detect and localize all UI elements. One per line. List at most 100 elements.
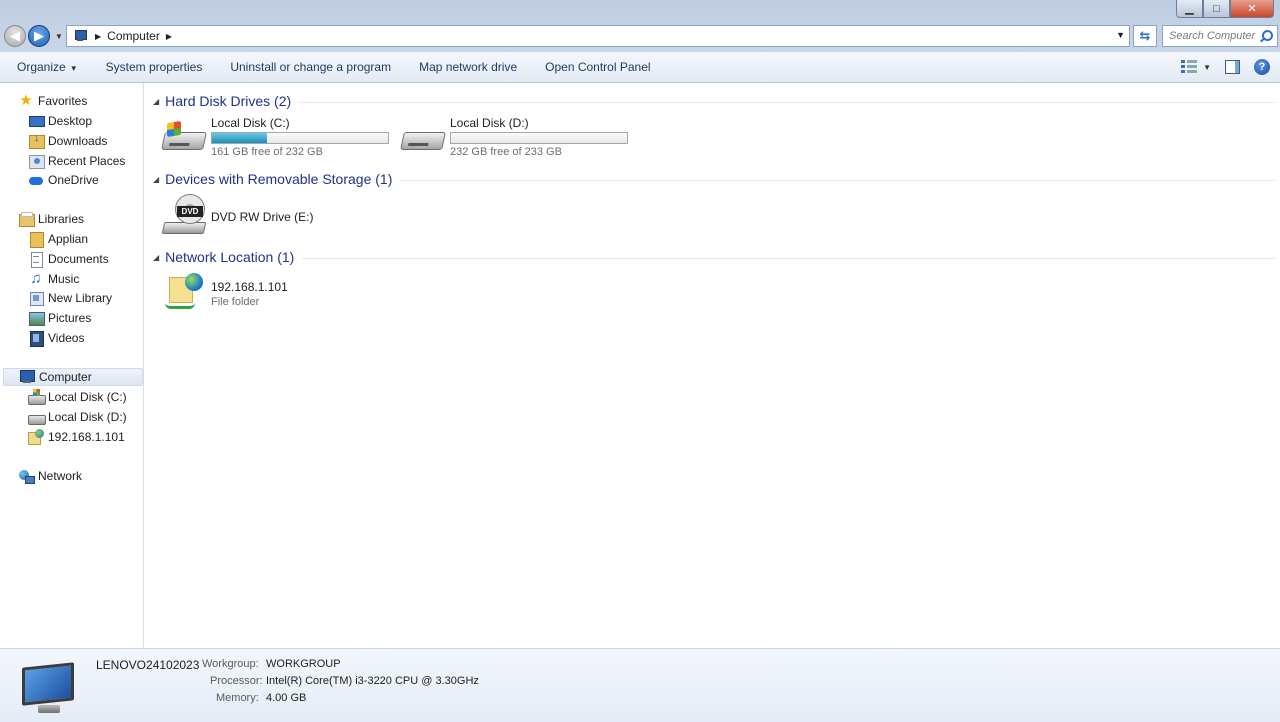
divider <box>302 257 1275 259</box>
chevron-right-icon[interactable]: ▶ <box>166 32 172 41</box>
sidebar-item-label: Documents <box>48 252 109 266</box>
help-icon[interactable]: ? <box>1254 59 1270 75</box>
uninstall-program-button[interactable]: Uninstall or change a program <box>216 60 405 74</box>
group-label: Devices with Removable Storage (1) <box>165 171 393 187</box>
window-controls: ▁ □ ✕ <box>1176 0 1274 18</box>
search-icon[interactable] <box>1262 30 1273 41</box>
sidebar-item-label: OneDrive <box>48 173 99 187</box>
drive-usage-bar <box>450 132 628 144</box>
workgroup-value: WORKGROUP <box>266 658 341 670</box>
chevron-right-icon[interactable]: ▶ <box>95 32 101 41</box>
drive-name: Local Disk (D:) <box>450 116 529 130</box>
sidebar-item-label: New Library <box>48 291 113 305</box>
sidebar-item-libraries[interactable]: Libraries <box>18 210 84 228</box>
drive-item-c[interactable]: Local Disk (C:) 161 GB free of 232 GB <box>161 116 393 160</box>
sidebar-item-label: Computer <box>39 370 92 384</box>
system-properties-button[interactable]: System properties <box>92 60 217 74</box>
organize-label: Organize <box>17 60 66 74</box>
recent-pages-dropdown[interactable]: ▼ <box>55 32 63 41</box>
preview-pane-icon[interactable] <box>1225 60 1240 74</box>
sidebar-item-label: Recent Places <box>48 154 126 168</box>
sidebar-item-network-location[interactable]: 192.168.1.101 <box>28 428 125 446</box>
map-network-drive-button[interactable]: Map network drive <box>405 60 531 74</box>
sidebar-item-desktop[interactable]: Desktop <box>28 112 92 130</box>
group-header-network-location[interactable]: ◢ Network Location (1) <box>145 247 1275 267</box>
collapse-icon[interactable]: ◢ <box>153 253 159 262</box>
sidebar-item-documents[interactable]: Documents <box>28 250 109 268</box>
close-button[interactable]: ✕ <box>1230 0 1274 18</box>
drive-usage-fill <box>212 133 267 143</box>
music-note-icon: ♫ <box>30 270 42 287</box>
sidebar-item-pictures[interactable]: Pictures <box>28 309 91 327</box>
dvd-badge: DVD <box>177 206 203 217</box>
sidebar-item-downloads[interactable]: Downloads <box>28 132 107 150</box>
network-folder-icon <box>28 429 44 445</box>
hard-disk-icon <box>400 122 446 154</box>
desktop-icon <box>28 113 45 129</box>
sidebar-item-label: Favorites <box>38 94 88 108</box>
search-box[interactable] <box>1162 25 1278 47</box>
address-dropdown-icon[interactable]: ▼ <box>1116 30 1125 40</box>
processor-value: Intel(R) Core(TM) i3-3220 CPU @ 3.30GHz <box>266 675 479 687</box>
drive-free-space: 161 GB free of 232 GB <box>211 146 323 158</box>
network-location-type: File folder <box>211 296 260 308</box>
sidebar-item-videos[interactable]: Videos <box>28 329 84 347</box>
sidebar-item-onedrive[interactable]: OneDrive <box>28 171 99 189</box>
minimize-button[interactable]: ▁ <box>1176 0 1203 18</box>
sidebar-item-label: Local Disk (D:) <box>48 410 127 424</box>
star-icon: ★ <box>19 92 33 109</box>
downloads-icon <box>28 132 45 149</box>
chevron-down-icon: ▼ <box>69 64 78 73</box>
computer-icon <box>19 369 35 385</box>
sidebar-item-label: Network <box>38 469 83 483</box>
refresh-button[interactable]: ⇆ <box>1133 25 1157 47</box>
title-bar: ▁ □ ✕ ◀ ▶ ▼ ▶ Computer ▶ ▼ ⇆ <box>0 0 1280 52</box>
sidebar-item-label: Downloads <box>48 134 108 148</box>
navigation-pane: ★ Favorites Desktop Downloads Recent Pla… <box>0 83 144 648</box>
videos-icon <box>28 330 44 347</box>
documents-icon <box>28 251 44 268</box>
drive-item-d[interactable]: Local Disk (D:) 232 GB free of 233 GB <box>400 116 632 160</box>
library-icon <box>28 290 44 306</box>
sidebar-item-label: Music <box>48 272 80 286</box>
collapse-icon[interactable]: ◢ <box>153 97 159 106</box>
collapse-icon[interactable]: ◢ <box>153 175 159 184</box>
sidebar-item-computer[interactable]: Computer <box>3 368 143 386</box>
breadcrumb-computer[interactable]: Computer <box>107 29 160 43</box>
pictures-icon <box>28 310 45 326</box>
sidebar-item-applian[interactable]: Applian <box>28 230 88 248</box>
drive-name: DVD RW Drive (E:) <box>211 210 314 224</box>
sidebar-item-recent-places[interactable]: Recent Places <box>28 152 125 170</box>
recent-places-icon <box>28 153 45 169</box>
open-control-panel-button[interactable]: Open Control Panel <box>531 60 664 74</box>
details-pane: LENOVO24102023 Workgroup: WORKGROUP Proc… <box>0 648 1280 722</box>
organize-button[interactable]: Organize ▼ <box>0 60 92 74</box>
dvd-drive-item[interactable]: DVD DVD RW Drive (E:) <box>161 194 321 238</box>
back-button[interactable]: ◀ <box>4 25 26 47</box>
forward-button[interactable]: ▶ <box>28 25 50 47</box>
search-input[interactable] <box>1169 30 1261 42</box>
sidebar-item-local-disk-d[interactable]: Local Disk (D:) <box>28 408 127 426</box>
libraries-icon <box>18 211 35 227</box>
view-options-icon <box>1181 60 1198 74</box>
windows-hard-disk-icon <box>28 389 46 405</box>
workgroup-label: Workgroup: <box>202 658 259 670</box>
sidebar-item-favorites[interactable]: ★ Favorites <box>18 92 87 110</box>
network-location-item[interactable]: 192.168.1.101 File folder <box>161 273 321 317</box>
memory-value: 4.00 GB <box>266 692 307 704</box>
sidebar-item-music[interactable]: ♫ Music <box>28 270 79 288</box>
sidebar-item-label: Local Disk (C:) <box>48 390 127 404</box>
divider <box>299 101 1275 103</box>
dvd-drive-icon: DVD <box>161 194 209 238</box>
sidebar-item-network[interactable]: Network <box>18 467 82 485</box>
address-bar[interactable]: ▶ Computer ▶ ▼ <box>66 25 1130 47</box>
drive-name: Local Disk (C:) <box>211 116 290 130</box>
maximize-button[interactable]: □ <box>1203 0 1230 18</box>
group-header-hard-disks[interactable]: ◢ Hard Disk Drives (2) <box>145 91 1275 111</box>
group-header-removable[interactable]: ◢ Devices with Removable Storage (1) <box>145 169 1275 189</box>
sidebar-item-new-library[interactable]: New Library <box>28 289 112 307</box>
sidebar-item-label: 192.168.1.101 <box>48 430 125 444</box>
change-view-button[interactable]: ▼ <box>1181 60 1211 74</box>
sidebar-item-label: Applian <box>48 232 89 246</box>
sidebar-item-local-disk-c[interactable]: Local Disk (C:) <box>28 388 127 406</box>
